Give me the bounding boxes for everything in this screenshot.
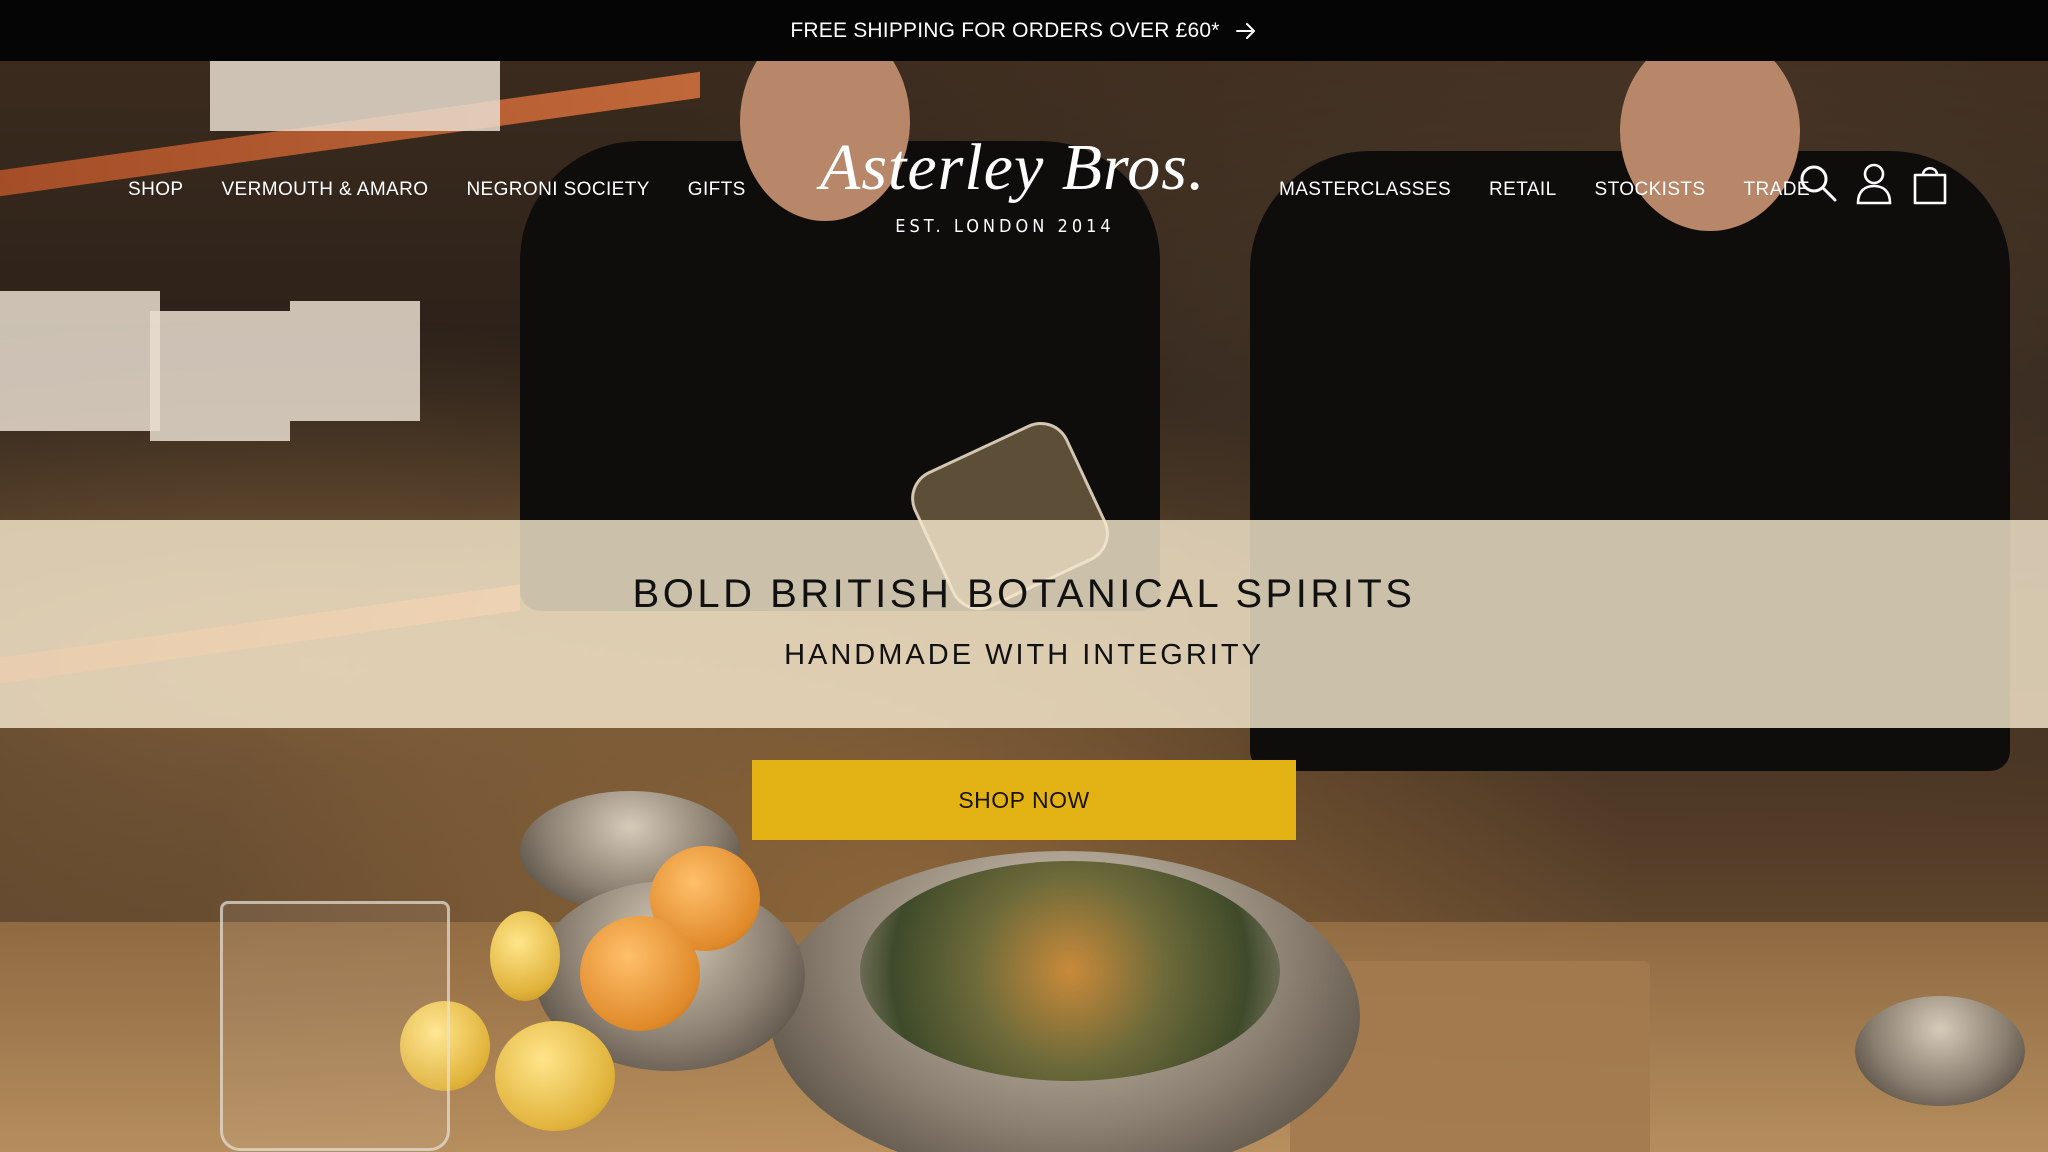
hero-subheadline: HANDMADE WITH INTEGRITY	[784, 639, 1264, 671]
site-header: SHOP VERMOUTH & AMARO NEGRONI SOCIETY GI…	[0, 61, 2048, 261]
header-icons	[1798, 161, 1950, 205]
account-icon[interactable]	[1854, 161, 1894, 205]
search-icon[interactable]	[1798, 161, 1838, 205]
announcement-bar[interactable]: FREE SHIPPING FOR ORDERS OVER £60*	[0, 0, 2048, 61]
lemon	[490, 911, 560, 1001]
drinking-glass	[220, 901, 450, 1151]
lemon	[495, 1021, 615, 1131]
announcement-text: FREE SHIPPING FOR ORDERS OVER £60*	[790, 18, 1220, 42]
spice-bowl	[1855, 996, 2025, 1106]
nav-item-stockists[interactable]: STOCKISTS	[1595, 179, 1706, 201]
product-box	[150, 311, 290, 441]
cart-icon[interactable]	[1910, 161, 1950, 205]
product-box	[290, 301, 420, 421]
nav-item-vermouth-amaro[interactable]: VERMOUTH & AMARO	[221, 179, 428, 201]
shop-now-button[interactable]: SHOP NOW	[752, 760, 1296, 840]
primary-nav-right: MASTERCLASSES RETAIL STOCKISTS TRADE	[1279, 179, 1810, 201]
brand-logo[interactable]: Asterley Bros. EST. LONDON 2014	[820, 128, 1206, 237]
nav-item-shop[interactable]: SHOP	[128, 179, 183, 201]
nav-item-negroni-society[interactable]: NEGRONI SOCIETY	[466, 179, 649, 201]
nav-item-retail[interactable]: RETAIL	[1489, 179, 1557, 201]
nav-item-gifts[interactable]: GIFTS	[688, 179, 746, 201]
botanicals	[860, 861, 1280, 1081]
hero-headline: BOLD BRITISH BOTANICAL SPIRITS	[632, 572, 1416, 616]
product-box	[0, 291, 160, 431]
arrow-right-icon	[1234, 19, 1258, 43]
hero-banner: BOLD BRITISH BOTANICAL SPIRITS HANDMADE …	[0, 520, 2048, 728]
primary-nav-left: SHOP VERMOUTH & AMARO NEGRONI SOCIETY GI…	[128, 179, 746, 201]
nav-item-masterclasses[interactable]: MASTERCLASSES	[1279, 179, 1451, 201]
logo-wordmark: Asterley Bros.	[820, 131, 1206, 204]
logo-tagline: EST. LONDON 2014	[895, 216, 1115, 237]
orange	[580, 916, 700, 1031]
